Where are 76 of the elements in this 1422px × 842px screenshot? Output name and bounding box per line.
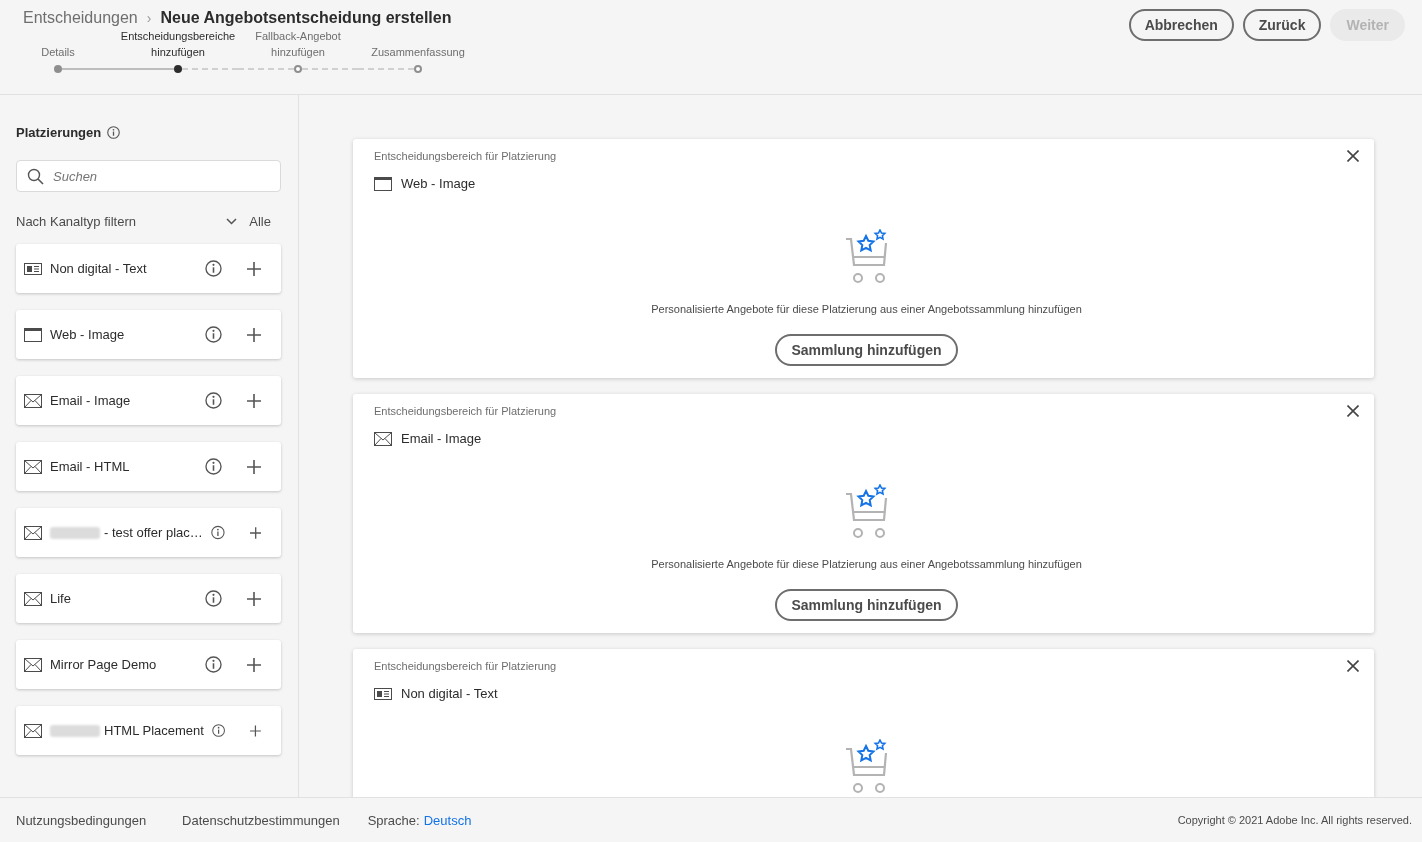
envelope-icon <box>24 525 42 540</box>
info-icon[interactable] <box>205 458 222 475</box>
step-label: Details <box>41 45 75 60</box>
empty-state-message: Personalisierte Angebote für diese Platzierung aus einer Angebotssammlung hinzufügen <box>651 303 1082 315</box>
envelope-icon <box>24 723 42 738</box>
add-icon[interactable] <box>247 261 261 276</box>
add-icon[interactable] <box>247 657 261 672</box>
scope-placement-name: Non digital - Text <box>401 686 498 701</box>
placement-name: Web - Image <box>50 327 126 342</box>
footer-link[interactable]: Datenschutzbestimmungen <box>182 812 340 828</box>
header-button[interactable]: Zurück <box>1242 9 1322 41</box>
info-icon[interactable] <box>205 326 222 343</box>
search-icon <box>27 168 44 185</box>
header-button[interactable]: Abbrechen <box>1128 9 1234 41</box>
breadcrumb-separator: › <box>146 10 152 26</box>
envelope-icon <box>24 459 42 474</box>
envelope-icon <box>374 431 392 446</box>
placement-name: Non digital - Text <box>50 261 148 276</box>
add-collection-button[interactable]: Sammlung hinzufügen <box>775 334 958 366</box>
placement-name: Email - HTML <box>50 459 131 474</box>
add-collection-button[interactable]: Sammlung hinzufügen <box>775 589 958 621</box>
envelope-icon <box>24 657 42 672</box>
copyright-text: Copyright © 2021 Adobe Inc. All rights reserved. <box>1177 814 1412 826</box>
info-icon[interactable] <box>211 722 226 739</box>
filter-label: Nach Kanaltyp filtern <box>16 214 136 229</box>
close-icon[interactable] <box>1347 660 1359 672</box>
chevron-down-icon <box>226 218 238 225</box>
cart-with-stars-icon <box>843 739 890 795</box>
add-icon[interactable] <box>247 591 261 606</box>
close-icon[interactable] <box>1347 405 1359 417</box>
scope-caption: Entscheidungsbereich für Platzierung <box>374 150 557 162</box>
cart-with-stars-icon <box>843 229 890 285</box>
envelope-icon <box>24 591 42 606</box>
add-icon[interactable] <box>247 327 261 342</box>
placement-name: HTML Placement <box>104 723 204 738</box>
placement-name: Life <box>50 591 72 606</box>
close-icon[interactable] <box>1347 150 1359 162</box>
empty-state-message: Personalisierte Angebote für diese Platzierung aus einer Angebotssammlung hinzufügen <box>651 558 1082 570</box>
page-title: Neue Angebotsentscheidung erstellen <box>160 9 452 27</box>
breadcrumb-link[interactable]: Entscheidungen <box>23 9 138 27</box>
step-label: Zusammenfassung <box>371 45 465 60</box>
info-icon[interactable] <box>210 524 225 541</box>
newspaper-icon <box>24 261 42 276</box>
info-icon[interactable] <box>205 590 222 607</box>
scope-caption: Entscheidungsbereich für Platzierung <box>374 405 557 417</box>
newspaper-icon <box>374 686 392 701</box>
scope-placement-name: Email - Image <box>401 431 482 446</box>
browser-window-icon <box>24 327 42 342</box>
scope-caption: Entscheidungsbereich für Platzierung <box>374 660 557 672</box>
sidebar-title: Platzierungen <box>16 125 102 140</box>
browser-window-icon <box>374 176 392 191</box>
channel-filter-dropdown[interactable]: Alle <box>226 214 281 229</box>
step-marker <box>294 65 302 73</box>
placement-name: - test offer plac… <box>104 525 203 540</box>
info-icon[interactable] <box>205 260 222 277</box>
footer-link[interactable]: Nutzungsbedingungen <box>16 812 147 828</box>
envelope-icon <box>24 393 42 408</box>
add-icon[interactable] <box>249 525 261 540</box>
language-label: Sprache: <box>367 812 420 828</box>
info-icon[interactable] <box>107 126 121 139</box>
add-icon[interactable] <box>250 723 261 738</box>
step-marker <box>414 65 422 73</box>
add-icon[interactable] <box>247 459 261 474</box>
placement-name: Mirror Page Demo <box>50 657 158 672</box>
scope-placement-name: Web - Image <box>401 176 476 191</box>
cart-with-stars-icon <box>843 484 890 540</box>
step-label: Fallback-Angebot hinzufügen <box>254 30 342 60</box>
step-label: Entscheidungsbereiche hinzufügen <box>119 30 237 60</box>
step-marker <box>174 65 182 73</box>
search-field[interactable]: Suchen <box>16 160 281 192</box>
info-icon[interactable] <box>205 392 222 409</box>
info-icon[interactable] <box>205 656 222 673</box>
add-icon[interactable] <box>247 393 261 408</box>
step-marker <box>54 65 62 73</box>
placement-name: Email - Image <box>50 393 132 408</box>
language-link[interactable]: Deutsch <box>423 812 472 828</box>
